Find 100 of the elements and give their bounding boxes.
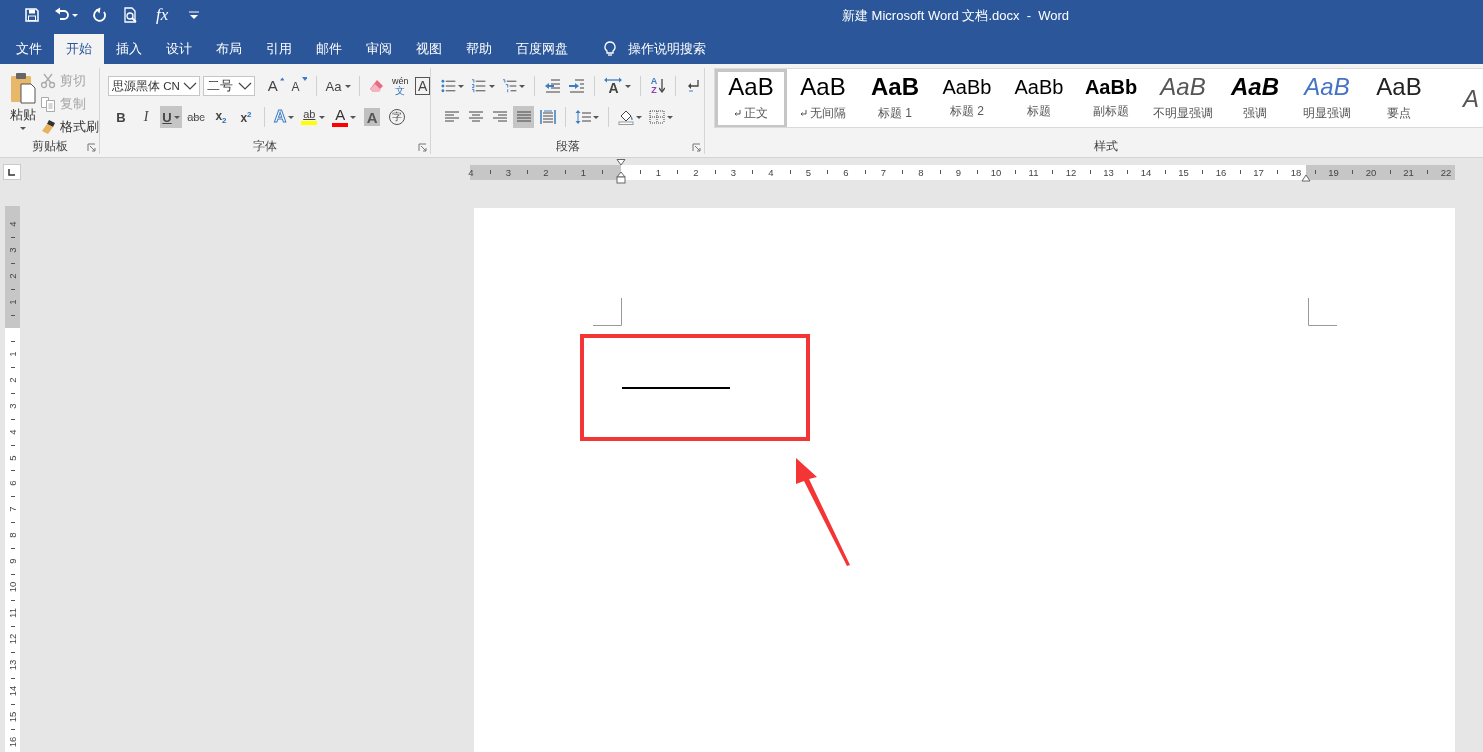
ribbon-tab[interactable]: 审阅: [354, 34, 404, 64]
style-item[interactable]: AaB 不明显强调: [1147, 69, 1219, 127]
font-size-dropdown[interactable]: 二号: [203, 76, 255, 96]
group-label: 样式: [1094, 137, 1118, 155]
right-indent-marker[interactable]: [1301, 173, 1311, 182]
style-item[interactable]: AaB 强调: [1219, 69, 1291, 127]
super-button[interactable]: x$^{2}$: [235, 106, 257, 128]
style-item[interactable]: AaB 无间隔: [787, 69, 859, 127]
multilevel-list-icon: [501, 78, 517, 94]
group-label: 剪贴板: [31, 137, 68, 155]
undo-icon[interactable]: [54, 7, 70, 23]
ribbon-tab[interactable]: 百度网盘: [504, 34, 580, 64]
ruler-number: 1: [6, 350, 19, 359]
ruler-number: 20: [1365, 165, 1377, 179]
ruler-number: 2: [543, 165, 549, 179]
chevron-down-icon[interactable]: [237, 81, 252, 91]
ruler-number: 12: [1065, 165, 1077, 179]
indent-marker[interactable]: [616, 158, 626, 184]
dialog-launcher-icon[interactable]: [692, 143, 701, 152]
font-name-dropdown[interactable]: 思源黑体 CN: [108, 76, 201, 96]
highlight-color-button[interactable]: ab: [299, 106, 328, 128]
phonetic-guide-button[interactable]: wén 文: [390, 75, 411, 97]
ruler-number: 4: [6, 427, 19, 437]
style-item[interactable]: AaBb 标题: [1003, 69, 1075, 127]
shrink-font-button[interactable]: A: [289, 75, 310, 97]
ribbon-tab[interactable]: 帮助: [454, 34, 504, 64]
style-item[interactable]: A: [1435, 69, 1483, 127]
distributed-icon: [539, 109, 556, 125]
ribbon-tab[interactable]: 文件: [4, 34, 54, 64]
dialog-launcher-icon[interactable]: [87, 143, 96, 152]
tab-stop-icon[interactable]: [7, 167, 17, 177]
ruler-number: 10: [6, 580, 19, 594]
ruler-number: 2: [6, 376, 19, 385]
tell-me-search[interactable]: 操作说明搜索: [628, 40, 706, 58]
formula-button[interactable]: fx: [148, 4, 177, 26]
brush-icon: [40, 119, 56, 135]
ribbon-tab[interactable]: 视图: [404, 34, 454, 64]
group-label: 段落: [555, 137, 580, 155]
ruler-number: 19: [1328, 165, 1339, 179]
ruler-number: 8: [6, 531, 19, 540]
style-item[interactable]: AaB 要点: [1363, 69, 1435, 127]
decrease-indent-icon: [544, 78, 561, 94]
align-left-icon: [443, 109, 460, 125]
line-spacing-icon: [575, 109, 591, 125]
caret-icon: [20, 127, 26, 130]
ruler-number: 3: [505, 165, 512, 179]
clipboard-icon[interactable]: [10, 72, 36, 104]
ribbon-tab[interactable]: 设计: [154, 34, 204, 64]
ribbon-tab[interactable]: 布局: [204, 34, 254, 64]
style-item[interactable]: AaBb 副标题: [1075, 69, 1147, 127]
ribbon-tab[interactable]: 邮件: [304, 34, 354, 64]
double-arrow-icon: [603, 77, 624, 83]
ruler-number: 16: [1215, 165, 1227, 179]
style-item[interactable]: AaB 明显强调: [1291, 69, 1363, 127]
ruler-number: 10: [990, 165, 1002, 179]
style-item[interactable]: AaB 标题 1: [859, 69, 931, 127]
chevron-down-icon[interactable]: [183, 81, 198, 91]
font-color-button[interactable]: A: [330, 106, 359, 128]
align-center-icon: [467, 109, 484, 125]
sub-button[interactable]: x$_{2}$: [210, 106, 232, 128]
ruler-number: 11: [6, 606, 19, 620]
sort-button[interactable]: A Z: [648, 75, 669, 97]
ruler-number: 13: [1103, 165, 1114, 179]
bold-button[interactable]: B: [110, 106, 132, 128]
asian-layout-button[interactable]: A: [601, 75, 634, 97]
ribbon-tab[interactable]: 引用: [254, 34, 304, 64]
grow-font-button[interactable]: A: [265, 75, 287, 97]
ruler-number: 15: [1178, 165, 1189, 179]
ruler-number: 2: [693, 165, 699, 179]
ruler-number: 3: [730, 165, 737, 179]
ruler-number: 8: [918, 165, 924, 179]
character-border-button[interactable]: A: [415, 77, 430, 95]
down-arrow-icon: [659, 79, 666, 93]
triangle-up-icon: [279, 77, 285, 81]
copy-icon: [40, 96, 56, 112]
margin-corner-mark: [593, 298, 622, 326]
borders-icon: [649, 109, 665, 125]
underline-button[interactable]: U: [160, 106, 182, 128]
ribbon-tab[interactable]: 插入: [104, 34, 154, 64]
justify-icon: [515, 109, 532, 125]
window-title: 新建 Microsoft Word 文档.docx - Word: [842, 7, 1070, 25]
change-case-button[interactable]: Aa: [324, 75, 353, 97]
ruler-number: 18: [1290, 165, 1302, 179]
ruler-number: 9: [955, 165, 962, 179]
painter-button[interactable]: 格式刷: [40, 117, 99, 137]
scissors-icon: [40, 73, 56, 89]
character-shading-button[interactable]: A: [364, 108, 381, 126]
paste-button[interactable]: 粘贴: [10, 68, 36, 138]
ruler-number: 15: [6, 710, 19, 723]
italic-button[interactable]: I: [135, 106, 157, 128]
ruler-number: 12: [6, 632, 19, 646]
enclose-characters-button[interactable]: 字: [389, 109, 406, 125]
lightbulb-icon[interactable]: [602, 41, 618, 57]
dialog-launcher-icon[interactable]: [418, 143, 427, 152]
tab-selector[interactable]: [3, 164, 21, 180]
ribbon-tab[interactable]: 开始: [54, 34, 104, 64]
ruler-number: 14: [1140, 165, 1152, 179]
style-item[interactable]: AaBb 标题 2: [931, 69, 1003, 127]
style-item[interactable]: AaB 正文: [715, 69, 787, 127]
ruler-number: 4: [468, 165, 474, 179]
